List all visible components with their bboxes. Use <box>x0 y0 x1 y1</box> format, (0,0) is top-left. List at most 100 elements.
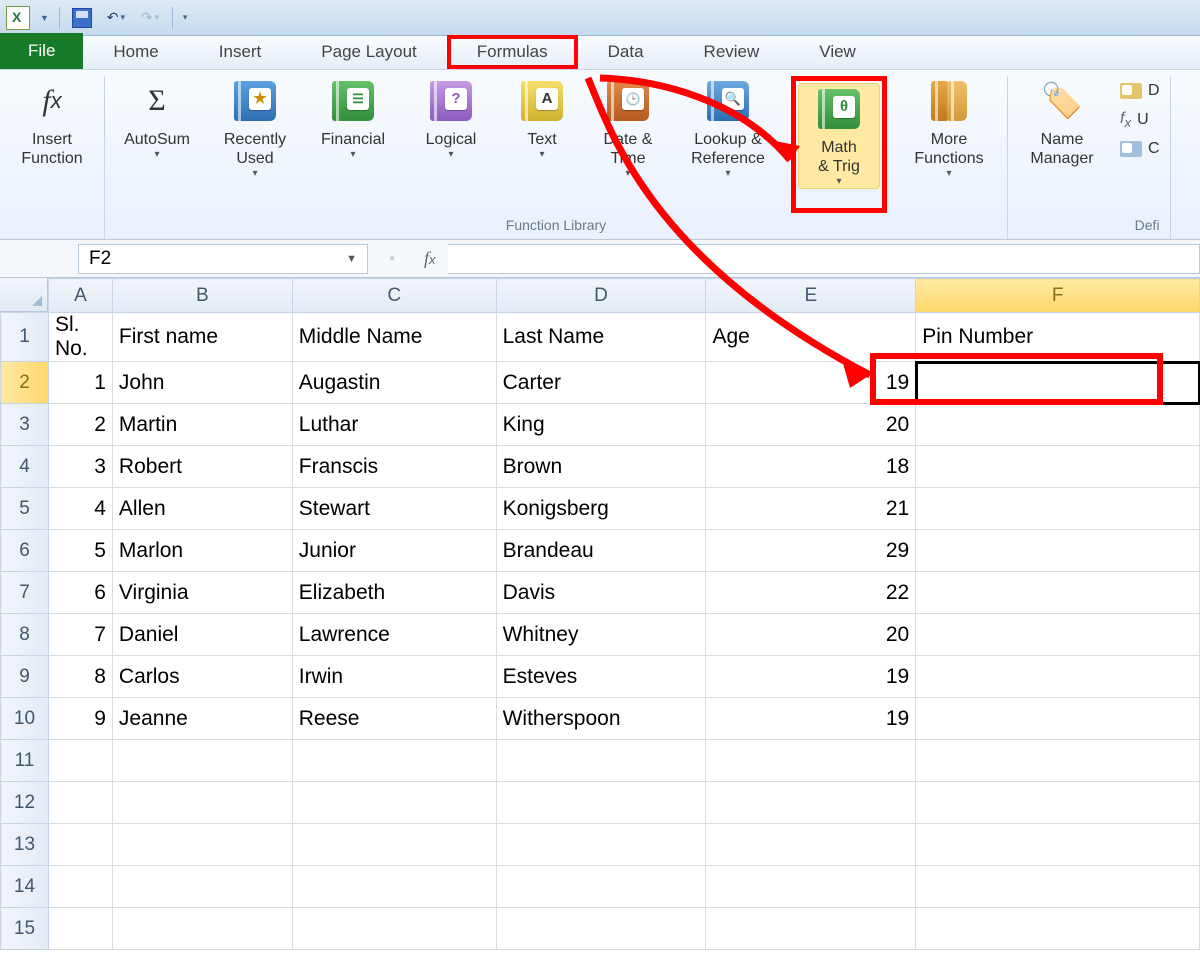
cell-E12[interactable] <box>706 782 916 824</box>
row-header-8[interactable]: 8 <box>1 614 49 656</box>
cell-C9[interactable]: Irwin <box>292 656 496 698</box>
cell-F10[interactable] <box>916 698 1200 740</box>
cell-D14[interactable] <box>496 866 706 908</box>
undo-button[interactable]: ↶▾ <box>104 6 128 30</box>
autosum-button[interactable]: Σ AutoSum ▾ <box>115 76 199 213</box>
text-button[interactable]: A Text ▾ <box>507 76 577 213</box>
row-header-15[interactable]: 15 <box>1 908 49 950</box>
cell-D9[interactable]: Esteves <box>496 656 706 698</box>
cell-A6[interactable]: 5 <box>48 530 112 572</box>
cell-D3[interactable]: King <box>496 404 706 446</box>
cell-B8[interactable]: Daniel <box>112 614 292 656</box>
tab-home[interactable]: Home <box>83 35 188 69</box>
cell-C11[interactable] <box>292 740 496 782</box>
cell-F4[interactable] <box>916 446 1200 488</box>
cell-F12[interactable] <box>916 782 1200 824</box>
insert-function-button[interactable]: fx Insert Function <box>10 76 94 213</box>
cell-F3[interactable] <box>916 404 1200 446</box>
col-header-B[interactable]: B <box>112 279 292 313</box>
cell-A7[interactable]: 6 <box>48 572 112 614</box>
cell-D6[interactable]: Brandeau <box>496 530 706 572</box>
col-header-C[interactable]: C <box>292 279 496 313</box>
cell-F14[interactable] <box>916 866 1200 908</box>
name-box[interactable]: F2 ▼ <box>78 244 368 274</box>
cell-E15[interactable] <box>706 908 916 950</box>
cell-F15[interactable] <box>916 908 1200 950</box>
fx-icon[interactable]: fx <box>412 248 448 269</box>
cell-D2[interactable]: Carter <box>496 362 706 404</box>
formula-input[interactable] <box>448 244 1200 274</box>
cell-E8[interactable]: 20 <box>706 614 916 656</box>
cell-D8[interactable]: Whitney <box>496 614 706 656</box>
cell-B3[interactable]: Martin <box>112 404 292 446</box>
tab-data[interactable]: Data <box>578 35 674 69</box>
row-header-5[interactable]: 5 <box>1 488 49 530</box>
col-header-E[interactable]: E <box>706 279 916 313</box>
redo-button[interactable]: ↷▾ <box>138 6 162 30</box>
cell-A5[interactable]: 4 <box>48 488 112 530</box>
cell-A13[interactable] <box>48 824 112 866</box>
create-from-selection-button[interactable]: C <box>1120 140 1160 158</box>
cell-B9[interactable]: Carlos <box>112 656 292 698</box>
cell-A2[interactable]: 1 <box>48 362 112 404</box>
cell-D5[interactable]: Konigsberg <box>496 488 706 530</box>
row-header-13[interactable]: 13 <box>1 824 49 866</box>
cell-D7[interactable]: Davis <box>496 572 706 614</box>
cell-F6[interactable] <box>916 530 1200 572</box>
cell-C12[interactable] <box>292 782 496 824</box>
cell-A8[interactable]: 7 <box>48 614 112 656</box>
save-button[interactable] <box>70 6 94 30</box>
cell-E14[interactable] <box>706 866 916 908</box>
more-functions-button[interactable]: More Functions ▾ <box>901 76 997 213</box>
tab-review[interactable]: Review <box>674 35 790 69</box>
cell-C5[interactable]: Stewart <box>292 488 496 530</box>
cell-F9[interactable] <box>916 656 1200 698</box>
cell-D4[interactable]: Brown <box>496 446 706 488</box>
cell-E9[interactable]: 19 <box>706 656 916 698</box>
cell-B12[interactable] <box>112 782 292 824</box>
recently-used-button[interactable]: ★ Recently Used ▾ <box>213 76 297 213</box>
cell-B2[interactable]: John <box>112 362 292 404</box>
cell-F5[interactable] <box>916 488 1200 530</box>
cell-C1[interactable]: Middle Name <box>292 313 496 362</box>
cell-E3[interactable]: 20 <box>706 404 916 446</box>
cell-B6[interactable]: Marlon <box>112 530 292 572</box>
cell-C15[interactable] <box>292 908 496 950</box>
cell-C2[interactable]: Augastin <box>292 362 496 404</box>
row-header-6[interactable]: 6 <box>1 530 49 572</box>
cell-E11[interactable] <box>706 740 916 782</box>
cell-D10[interactable]: Witherspoon <box>496 698 706 740</box>
app-menu-dropdown-icon[interactable]: ▼ <box>40 13 49 23</box>
cell-E10[interactable]: 19 <box>706 698 916 740</box>
cell-A15[interactable] <box>48 908 112 950</box>
cell-A10[interactable]: 9 <box>48 698 112 740</box>
dropdown-icon[interactable]: ▼ <box>346 253 357 265</box>
cell-B7[interactable]: Virginia <box>112 572 292 614</box>
tab-file[interactable]: File <box>0 33 83 69</box>
define-name-button[interactable]: D <box>1120 82 1160 100</box>
row-header-12[interactable]: 12 <box>1 782 49 824</box>
cell-C6[interactable]: Junior <box>292 530 496 572</box>
date-time-button[interactable]: 🕒 Date & Time ▾ <box>591 76 665 213</box>
row-header-9[interactable]: 9 <box>1 656 49 698</box>
cell-F7[interactable] <box>916 572 1200 614</box>
cell-B5[interactable]: Allen <box>112 488 292 530</box>
use-in-formula-button[interactable]: fxU <box>1120 110 1160 130</box>
select-all-corner[interactable] <box>0 278 48 312</box>
cell-B1[interactable]: First name <box>112 313 292 362</box>
row-header-14[interactable]: 14 <box>1 866 49 908</box>
math-trig-button[interactable]: θ Math & Trig ▾ <box>798 83 880 189</box>
cell-D13[interactable] <box>496 824 706 866</box>
cell-A3[interactable]: 2 <box>48 404 112 446</box>
cell-A4[interactable]: 3 <box>48 446 112 488</box>
col-header-D[interactable]: D <box>496 279 706 313</box>
col-header-F[interactable]: F <box>916 279 1200 313</box>
cell-D1[interactable]: Last Name <box>496 313 706 362</box>
cell-C4[interactable]: Franscis <box>292 446 496 488</box>
logical-button[interactable]: ? Logical ▾ <box>409 76 493 213</box>
row-header-4[interactable]: 4 <box>1 446 49 488</box>
cell-A1[interactable]: Sl. No. <box>48 313 112 362</box>
cell-C8[interactable]: Lawrence <box>292 614 496 656</box>
name-manager-button[interactable]: 🏷️ Name Manager <box>1018 76 1106 213</box>
tab-view[interactable]: View <box>789 35 886 69</box>
